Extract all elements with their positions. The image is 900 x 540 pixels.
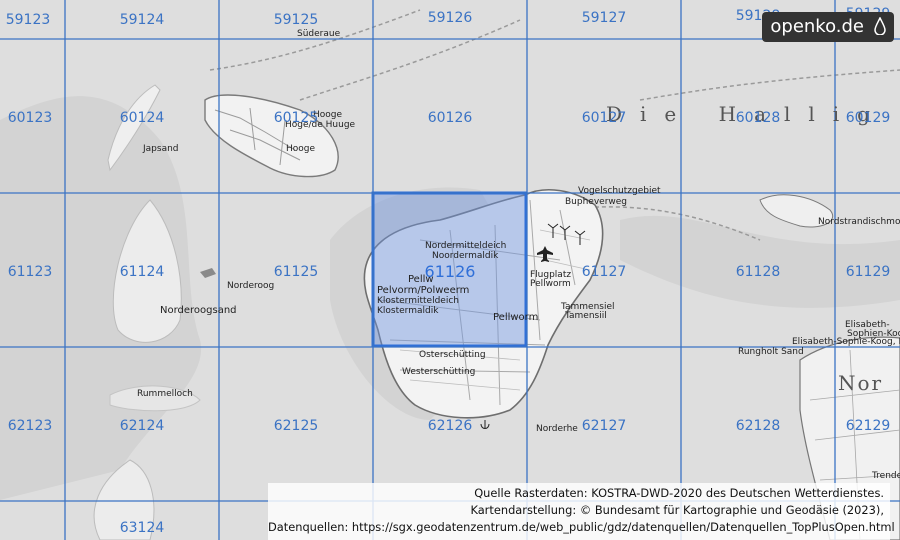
label-elisabeth3: Elisabeth-Sophie-Koog, Elisabeth-Sop [792,337,900,347]
label-pelvorm: Pelvorm/Polweerm [377,285,469,296]
label-suderaue: Süderaue [297,29,341,39]
label-norderoogsand: Norderoogsand [160,305,237,316]
label-norderoog: Norderoog [227,281,274,291]
cell-label: 60123 [8,110,53,126]
map-canvas[interactable]: Süderaue Hooge Hoge/de Huuge Hooge Japsa… [0,0,900,540]
cell-label: 62129 [846,418,891,434]
label-klostermitteldeich-fr: Klostermaldik [377,306,439,316]
label-vogelschutzgebiet: Vogelschutzgebiet [578,186,661,196]
cell-label: 61127 [582,264,627,280]
cell-label: 62127 [582,418,627,434]
cell-label: 62128 [736,418,781,434]
cell-label: 63124 [120,520,165,536]
label-nordstrandischmoor: Nordstrandischmoor [818,217,900,227]
attribution-line-1: Quelle Rasterdaten: KOSTRA-DWD-2020 des … [474,486,884,500]
selected-cell-label: 61126 [425,262,476,281]
label-hooge-small: Hooge [286,144,315,154]
cell-label: 59126 [428,10,473,26]
label-nordermitteldeich-fr: Noordermaldik [432,251,499,261]
label-trende: Trende [871,471,900,481]
cell-label: 61124 [120,264,165,280]
attribution-line-3[interactable]: Datenquellen: https://sgx.geodatenzentru… [268,519,895,536]
cell-label: 61129 [846,264,891,280]
label-flugplatz-fr: Pellworm [530,279,571,289]
cell-label: 60129 [846,110,891,126]
raindrop-icon [874,17,886,35]
cell-label: 59123 [6,12,51,28]
label-tammensiel-fr: Tamensiil [564,311,607,321]
label-pellworm: Pellworm [493,312,538,323]
logo-text: openko.de [770,16,864,37]
cell-label: 59127 [582,10,627,26]
cell-label: 60128 [736,110,781,126]
label-westerschutting: Westerschütting [402,367,475,377]
cell-label: 60124 [120,110,165,126]
label-norderhe: Norderhe [536,424,578,434]
cell-label: 61123 [8,264,53,280]
attribution-line-2: Kartendarstellung: © Bundesamt für Karto… [470,503,884,517]
cell-label: 61128 [736,264,781,280]
label-nordermitteldeich: Nordermitteldeich [425,241,506,251]
cell-label: 59125 [274,12,319,28]
label-osterschutting: Osterschütting [419,350,486,360]
openko-logo[interactable]: openko.de [762,12,894,42]
label-bupheverweg: Bupheverweg [565,197,627,207]
cell-label: 60126 [428,110,473,126]
label-klostermitteldeich: Klostermitteldeich [377,296,459,306]
cell-label: 62124 [120,418,165,434]
label-nor: Nor [838,371,883,395]
label-rungholt: Rungholt Sand [738,347,804,357]
label-rummelloch: Rummelloch [137,389,193,399]
attribution-box: Quelle Rasterdaten: KOSTRA-DWD-2020 des … [268,483,895,540]
cell-label: 60125 [274,110,319,126]
cell-label: 60127 [582,110,627,126]
cell-label: 61125 [274,264,319,280]
cell-label: 62126 [428,418,473,434]
cell-label: 62123 [8,418,53,434]
label-japsand: Japsand [142,144,179,154]
cell-label: 59124 [120,12,165,28]
cell-label: 62125 [274,418,319,434]
